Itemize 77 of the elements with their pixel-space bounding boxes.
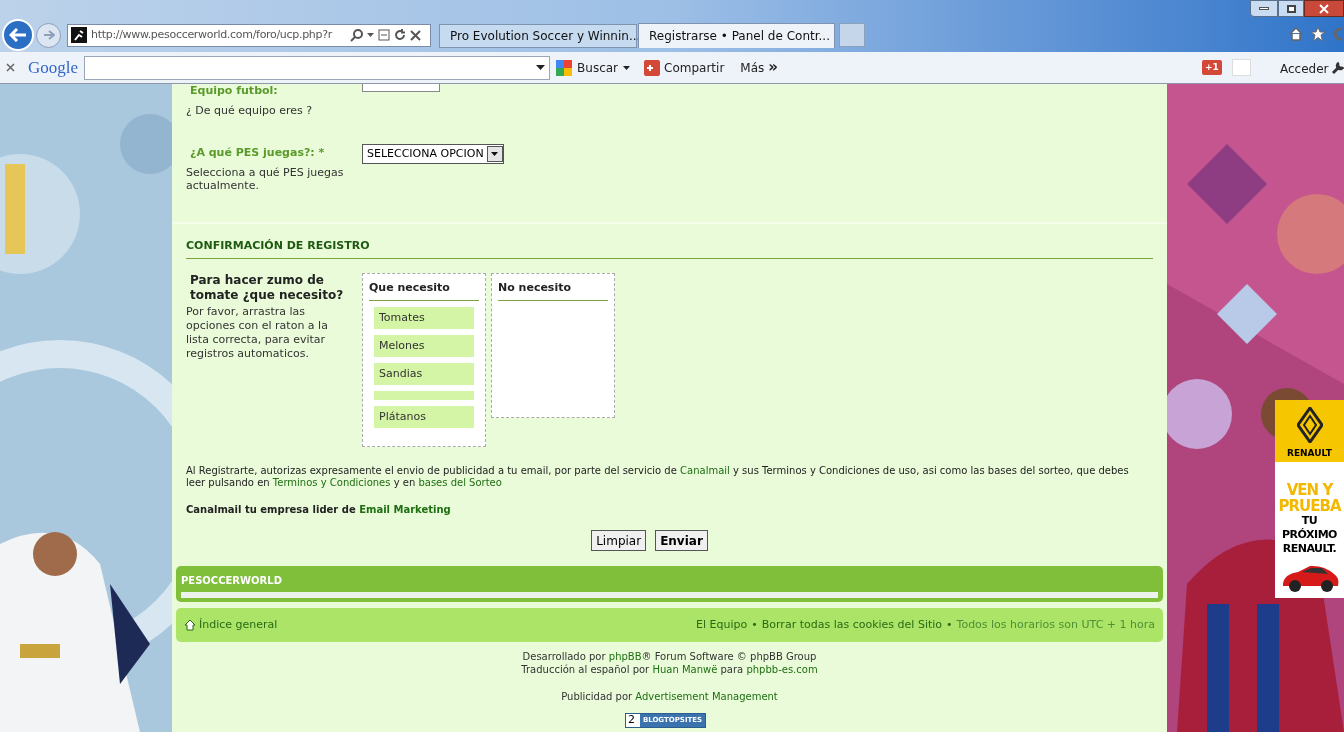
arrow-left-icon <box>9 28 27 42</box>
g-plus-icon <box>644 59 661 76</box>
question-title: Para hacer zumo de tomate ¿que necesito? <box>189 272 345 303</box>
squares-icon <box>556 59 573 76</box>
caret-icon <box>623 65 631 70</box>
bullet-separator: • <box>946 616 953 633</box>
draggable-option[interactable]: Melones <box>374 335 474 357</box>
draggable-option[interactable]: Tomates <box>374 307 474 329</box>
select-field[interactable]: SELECCIONA OPCION <box>362 144 504 164</box>
list-heading: No necesito <box>498 279 608 301</box>
link[interactable]: phpbb-es.com <box>746 664 818 675</box>
credit-line: Traducción al español por Huan Manwë para phpbb-es.com <box>521 663 818 676</box>
link[interactable]: Email Marketing <box>359 504 451 515</box>
home-link[interactable]: Índice general <box>184 616 278 634</box>
field-label: ¿A qué PES juegas?: * <box>189 146 326 160</box>
minimize-button[interactable] <box>1250 0 1278 17</box>
compatibility-icon[interactable] <box>378 29 390 41</box>
wrench-icon[interactable] <box>1331 61 1344 75</box>
link[interactable]: Terminos y Condiciones <box>272 477 391 488</box>
timezone-text: Todos los horarios son UTC + 1 hora <box>956 616 1155 633</box>
field-description: Selecciona a qué PES juegas actualmente. <box>186 166 345 192</box>
draggable-option[interactable]: Sandias <box>374 363 474 385</box>
footer-link[interactable]: Borrar todas las cookies del Sitio <box>761 616 943 634</box>
section-heading: CONFIRMACIÓN DE REGISTRO <box>186 238 1153 259</box>
promo-text: Canalmail tu empresa lider de Email Marketing <box>186 503 452 517</box>
stop-icon[interactable] <box>410 29 421 41</box>
back-button[interactable] <box>2 19 34 51</box>
close-button[interactable] <box>1304 0 1344 17</box>
sign-in-link[interactable]: Acceder <box>1280 60 1329 78</box>
google-logo: Google <box>28 56 79 79</box>
ad-headline: VEN Y PRUEBA <box>1277 482 1342 514</box>
credit-line: Desarrollado por phpBB® Forum Software © phpBB Group <box>522 650 817 663</box>
car-ad[interactable]: RENAULT VEN Y PRUEBA TU PRÓXIMO RENAULT. <box>1275 400 1344 598</box>
restore-button[interactable] <box>1278 0 1304 17</box>
link[interactable]: bases del Sorteo <box>418 477 502 488</box>
brand-name: RENAULT <box>1287 446 1332 460</box>
more-button[interactable]: Más » <box>740 56 778 79</box>
caret-icon[interactable] <box>367 33 374 37</box>
field-label: Equipo futbol: <box>189 84 279 98</box>
credit-line: Publicidad por Advertisement Management <box>561 690 778 703</box>
caret-icon[interactable] <box>536 65 546 70</box>
arrow-right-icon <box>42 30 55 40</box>
link[interactable]: Advertisement Management <box>635 691 778 702</box>
plus-one-button[interactable]: +1 <box>1202 60 1222 75</box>
home-icon[interactable] <box>1288 26 1304 42</box>
draggable-option[interactable]: Plátanos <box>374 406 474 428</box>
address-bar[interactable]: http://www.pesoccerworld.com/foro/ucp.php?r <box>67 23 431 47</box>
list-heading: Que necesito <box>369 279 479 301</box>
footer-link[interactable]: El Equipo <box>696 616 748 634</box>
forum-title: PESOCCERWORLD <box>181 574 283 588</box>
ad-tagline: TU PRÓXIMO RENAULT. <box>1281 514 1338 556</box>
close-icon <box>1319 3 1329 14</box>
browser-tab[interactable]: Registrarse • Panel de Contr... <box>638 22 835 48</box>
star-icon[interactable] <box>1310 26 1326 42</box>
close-icon[interactable] <box>6 63 15 72</box>
plus-one-count <box>1232 59 1251 76</box>
text-field[interactable] <box>362 84 440 92</box>
share-button[interactable]: Compartir <box>644 58 725 77</box>
consent-text: Al Registrarte, autorizas expresamente el envio de publicidad a tu email, por parte del servicio de Canalmail y sus Terminos y Condiciones de uso, asi como las bases del sorteo, que debes leer pulsando en Terminos y Condiciones y en bases del Sorteo <box>186 465 1130 489</box>
caret-icon <box>491 152 499 156</box>
search-field[interactable] <box>84 55 551 80</box>
question-description: Por favor, arrastra las opciones con el raton a la lista correcta, para evitar registros automaticos. <box>186 304 329 361</box>
link[interactable]: Huan Manwë <box>652 664 718 675</box>
bullet-separator: • <box>751 616 758 633</box>
refresh-icon[interactable] <box>394 29 406 41</box>
url-text: http://www.pesoccerworld.com/foro/ucp.php?r <box>91 26 334 43</box>
search-icon[interactable] <box>350 28 363 42</box>
search-button[interactable]: Buscar <box>556 58 631 77</box>
form-button[interactable]: Limpiar <box>591 530 647 551</box>
field-description: ¿ De qué equipo eres ? <box>186 104 314 117</box>
link[interactable]: phpBB <box>608 651 642 662</box>
browser-tab[interactable]: Pro Evolution Soccer y Winnin... <box>439 23 637 48</box>
player-icon <box>71 27 87 43</box>
home-icon <box>184 619 196 631</box>
form-button[interactable]: Enviar <box>655 530 708 551</box>
diamond-logo-icon <box>1296 406 1323 443</box>
link[interactable]: Canalmail <box>680 465 730 476</box>
